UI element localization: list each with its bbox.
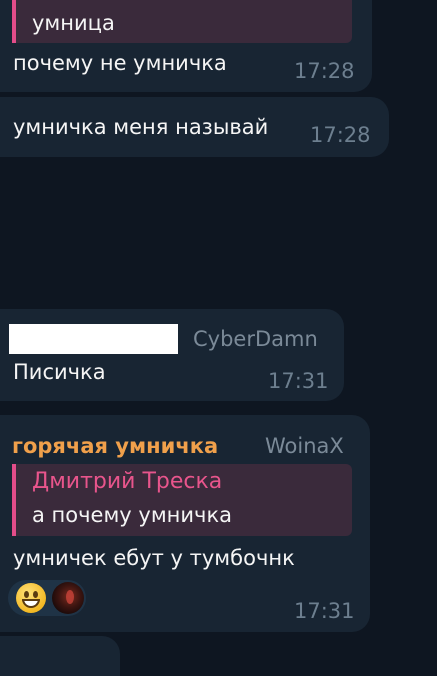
grinning-face-emoji-icon [16, 583, 46, 613]
message-bubble[interactable]: умничка меня называй 17:28 [0, 97, 389, 157]
admin-title: CyberDamn [193, 327, 318, 351]
message-text: почему не умничка [13, 51, 227, 75]
user-avatar-icon [52, 582, 84, 614]
message-time: 17:28 [294, 59, 355, 83]
message-time: 17:31 [268, 369, 329, 393]
message-bubble[interactable]: умница почему не умничка 17:28 [0, 0, 372, 92]
reply-preview[interactable]: Дмитрий Треска а почему умничка [12, 464, 352, 536]
admin-title: WoinaX [265, 434, 344, 458]
message-text: умничек ебут у тумбочнк [13, 546, 295, 570]
reaction-chip[interactable] [8, 580, 86, 616]
message-time: 17:28 [310, 123, 371, 147]
message-text: умничка меня называй [13, 115, 269, 139]
reply-text: а почему умничка [32, 503, 233, 527]
reply-text: умница [32, 11, 115, 35]
sender-name[interactable]: горячая умничка [12, 433, 218, 459]
reply-author: Дмитрий Треска [32, 469, 223, 494]
redacted-sender-name [9, 324, 178, 354]
message-time: 17:31 [294, 599, 355, 623]
message-bubble[interactable] [0, 636, 120, 676]
message-bubble[interactable]: CyberDamn Писичка 17:31 [0, 309, 344, 401]
message-text: Писичка [13, 360, 106, 384]
reply-preview[interactable]: умница [12, 0, 352, 43]
